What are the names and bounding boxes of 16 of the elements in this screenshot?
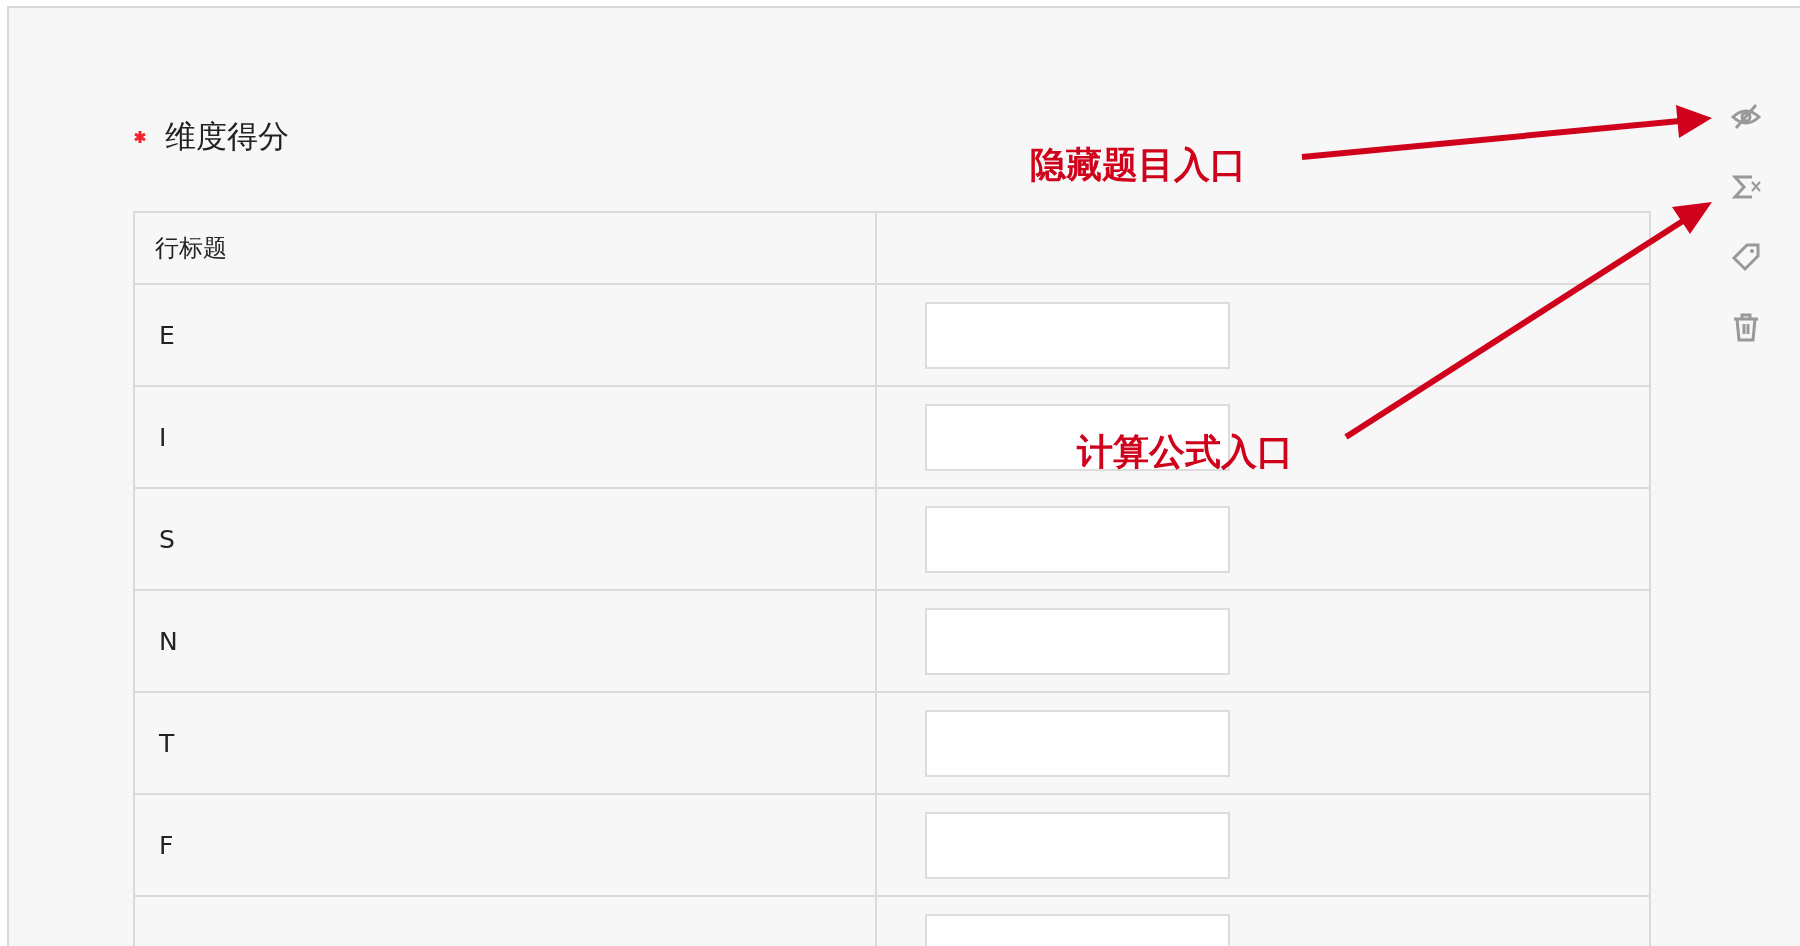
score-input-field[interactable] bbox=[925, 607, 1230, 675]
score-input-field[interactable] bbox=[925, 811, 1230, 879]
tag-icon[interactable] bbox=[1730, 241, 1762, 273]
row-label: N bbox=[159, 626, 178, 656]
row-label: T bbox=[159, 728, 175, 758]
question-title: 维度得分 bbox=[165, 117, 289, 156]
annotation-label: 隐藏题目入口 bbox=[1030, 143, 1246, 187]
row-label: F bbox=[159, 830, 174, 860]
row-label: S bbox=[159, 524, 175, 554]
score-input-field[interactable] bbox=[925, 301, 1230, 369]
row-label: E bbox=[159, 320, 175, 350]
column-header: 行标题 bbox=[155, 234, 227, 262]
score-input-field[interactable] bbox=[925, 709, 1230, 777]
annotation-label: 计算公式入口 bbox=[1077, 430, 1293, 474]
row-label: I bbox=[159, 422, 167, 452]
score-input-field[interactable] bbox=[925, 505, 1230, 573]
